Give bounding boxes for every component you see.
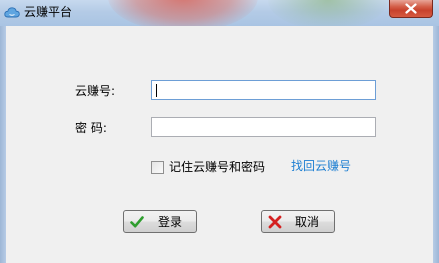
close-icon — [405, 3, 417, 14]
remember-label[interactable]: 记住云赚号和密码 — [169, 160, 265, 174]
text-caret — [156, 84, 157, 97]
checkmark-icon — [130, 216, 144, 228]
close-button[interactable] — [389, 0, 433, 18]
login-button-label: 登录 — [158, 215, 183, 229]
account-input[interactable] — [151, 80, 376, 100]
window-title: 云赚平台 — [24, 5, 73, 19]
login-window: 云赚平台 云赚号: 密 码: 记住云赚号和密码 找回云赚号 登录 取消 — [0, 0, 439, 263]
password-label: 密 码: — [75, 121, 107, 135]
window-frame-right — [433, 26, 439, 263]
title-bar-decoration — [108, 0, 258, 26]
title-bar-decoration — [268, 0, 388, 26]
x-icon — [268, 215, 282, 229]
account-label: 云赚号: — [75, 84, 116, 98]
cancel-button[interactable]: 取消 — [261, 210, 335, 233]
login-button[interactable]: 登录 — [123, 210, 197, 233]
recover-account-link[interactable]: 找回云赚号 — [291, 159, 351, 173]
cloud-icon — [4, 7, 20, 18]
client-area — [6, 26, 433, 263]
remember-checkbox[interactable] — [151, 161, 164, 174]
cancel-button-label: 取消 — [295, 215, 320, 229]
title-bar[interactable]: 云赚平台 — [0, 0, 439, 26]
password-input[interactable] — [151, 117, 376, 137]
